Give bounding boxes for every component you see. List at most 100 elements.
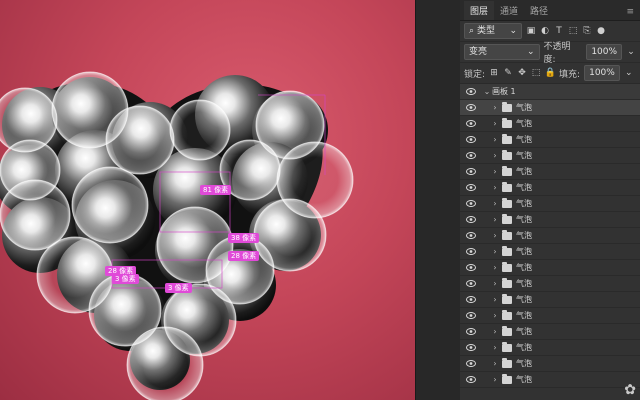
layer-name: 气泡 — [516, 231, 532, 240]
lock-position-icon[interactable]: ✥ — [517, 68, 527, 78]
eye-icon[interactable] — [460, 328, 482, 335]
eye-icon[interactable] — [460, 360, 482, 367]
eye-icon[interactable] — [460, 216, 482, 223]
layer-row[interactable]: › 气泡 — [460, 228, 640, 244]
chevron-right-icon[interactable]: › — [490, 231, 500, 240]
search-icon: ⌕ — [469, 26, 475, 36]
document-canvas[interactable]: 81 像素 38 像素 28 像素 28 像素 3 像素 3 像素 — [0, 0, 415, 400]
opacity-label: 不透明度: — [543, 42, 571, 65]
eye-icon[interactable] — [460, 248, 482, 255]
lock-paint-icon[interactable]: ✎ — [503, 68, 513, 78]
chevron-right-icon[interactable]: › — [490, 199, 500, 208]
filter-toggle-icon[interactable]: ● — [596, 26, 606, 36]
chevron-right-icon[interactable]: › — [490, 167, 500, 176]
type-filter-icon[interactable]: T — [554, 26, 564, 36]
eye-icon[interactable] — [460, 264, 482, 271]
chevron-down-icon[interactable]: ⌄ — [482, 87, 492, 96]
folder-icon — [502, 181, 512, 192]
layer-row[interactable]: › 气泡 — [460, 308, 640, 324]
adjustment-filter-icon[interactable]: ◐ — [540, 26, 550, 36]
eye-icon[interactable] — [460, 344, 482, 351]
chevron-right-icon[interactable]: › — [490, 263, 500, 272]
smart-object-filter-icon[interactable]: ⎘ — [582, 26, 592, 36]
eye-icon[interactable] — [460, 136, 482, 143]
chevron-right-icon[interactable]: › — [490, 183, 500, 192]
layer-row[interactable]: › 气泡 — [460, 372, 640, 388]
layer-row[interactable]: › 气泡 — [460, 276, 640, 292]
layer-row[interactable]: › 气泡 — [460, 180, 640, 196]
shape-filter-icon[interactable]: ⬚ — [568, 26, 578, 36]
panel-menu-icon[interactable]: ≡ — [620, 4, 640, 20]
eye-icon[interactable] — [460, 88, 482, 95]
eye-icon[interactable] — [460, 312, 482, 319]
layer-name: 气泡 — [516, 279, 532, 288]
chevron-right-icon[interactable]: › — [490, 215, 500, 224]
fill-input[interactable]: 100% — [584, 65, 620, 81]
layer-row[interactable]: › 气泡 — [460, 212, 640, 228]
layer-filter-select[interactable]: ⌕ 类型 ⌄ — [464, 23, 522, 39]
layer-row[interactable]: › 气泡 — [460, 244, 640, 260]
chevron-right-icon[interactable]: › — [490, 295, 500, 304]
layer-list[interactable]: ⌄ 画板 1 › 气泡 › 气泡 › 气泡 › 气泡 › 气泡 › 气泡 › 气泡 › 气泡 › 气泡 › 气泡 › 气泡… — [460, 84, 640, 400]
chevron-right-icon[interactable]: › — [490, 103, 500, 112]
layer-row[interactable]: › 气泡 — [460, 292, 640, 308]
blend-mode-select[interactable]: 变亮 ⌄ — [464, 44, 540, 60]
eye-icon[interactable] — [460, 120, 482, 127]
chevron-down-icon[interactable]: ⌄ — [624, 68, 634, 78]
artboard-name: 画板 1 — [492, 87, 516, 96]
lock-artboard-icon[interactable]: ⬚ — [531, 68, 541, 78]
layer-name: 气泡 — [516, 375, 532, 384]
chevron-right-icon[interactable]: › — [490, 343, 500, 352]
eye-icon[interactable] — [460, 168, 482, 175]
chevron-right-icon[interactable]: › — [490, 375, 500, 384]
layer-row[interactable]: › 气泡 — [460, 164, 640, 180]
folder-icon — [502, 357, 512, 368]
chevron-right-icon[interactable]: › — [490, 359, 500, 368]
folder-icon — [502, 293, 512, 304]
eye-icon[interactable] — [460, 280, 482, 287]
pixel-filter-icon[interactable]: ▣ — [526, 26, 536, 36]
layer-row[interactable]: › 气泡 — [460, 132, 640, 148]
chevron-right-icon[interactable]: › — [490, 135, 500, 144]
guide-label: 3 像素 — [112, 274, 139, 284]
lock-all-icon[interactable]: 🔒 — [544, 68, 555, 78]
layer-row[interactable]: › 气泡 — [460, 260, 640, 276]
layer-row[interactable]: › 气泡 — [460, 340, 640, 356]
chevron-down-icon[interactable]: ⌄ — [626, 47, 636, 57]
layer-row[interactable]: › 气泡 — [460, 100, 640, 116]
opacity-input[interactable]: 100% — [586, 44, 623, 60]
eye-icon[interactable] — [460, 232, 482, 239]
tab-channels[interactable]: 通道 — [494, 1, 524, 20]
layer-row[interactable]: › 气泡 — [460, 148, 640, 164]
chevron-right-icon[interactable]: › — [490, 247, 500, 256]
opacity-value: 100% — [591, 47, 618, 57]
eye-icon[interactable] — [460, 152, 482, 159]
folder-icon — [502, 245, 512, 256]
layer-row[interactable]: › 气泡 — [460, 356, 640, 372]
layer-row[interactable]: › 气泡 — [460, 196, 640, 212]
tab-layers[interactable]: 图层 — [464, 1, 495, 20]
fill-label: 填充: — [559, 69, 581, 80]
guide-label: 3 像素 — [165, 283, 192, 293]
layer-row[interactable]: › 气泡 — [460, 116, 640, 132]
chevron-right-icon[interactable]: › — [490, 311, 500, 320]
eye-icon[interactable] — [460, 184, 482, 191]
eye-icon[interactable] — [460, 296, 482, 303]
eye-icon[interactable] — [460, 200, 482, 207]
chevron-right-icon[interactable]: › — [490, 327, 500, 336]
folder-icon — [502, 133, 512, 144]
lock-transparent-icon[interactable]: ⊞ — [489, 68, 499, 78]
eye-icon[interactable] — [460, 376, 482, 383]
layer-row[interactable]: › 气泡 — [460, 324, 640, 340]
folder-icon — [502, 197, 512, 208]
artboard-row[interactable]: ⌄ 画板 1 — [460, 84, 640, 100]
chevron-right-icon[interactable]: › — [490, 279, 500, 288]
layer-name: 气泡 — [516, 135, 532, 144]
layer-name: 气泡 — [516, 359, 532, 368]
eye-icon[interactable] — [460, 104, 482, 111]
layer-name: 气泡 — [516, 327, 532, 336]
layer-name: 气泡 — [516, 295, 532, 304]
chevron-right-icon[interactable]: › — [490, 119, 500, 128]
tab-paths[interactable]: 路径 — [524, 1, 554, 20]
chevron-right-icon[interactable]: › — [490, 151, 500, 160]
